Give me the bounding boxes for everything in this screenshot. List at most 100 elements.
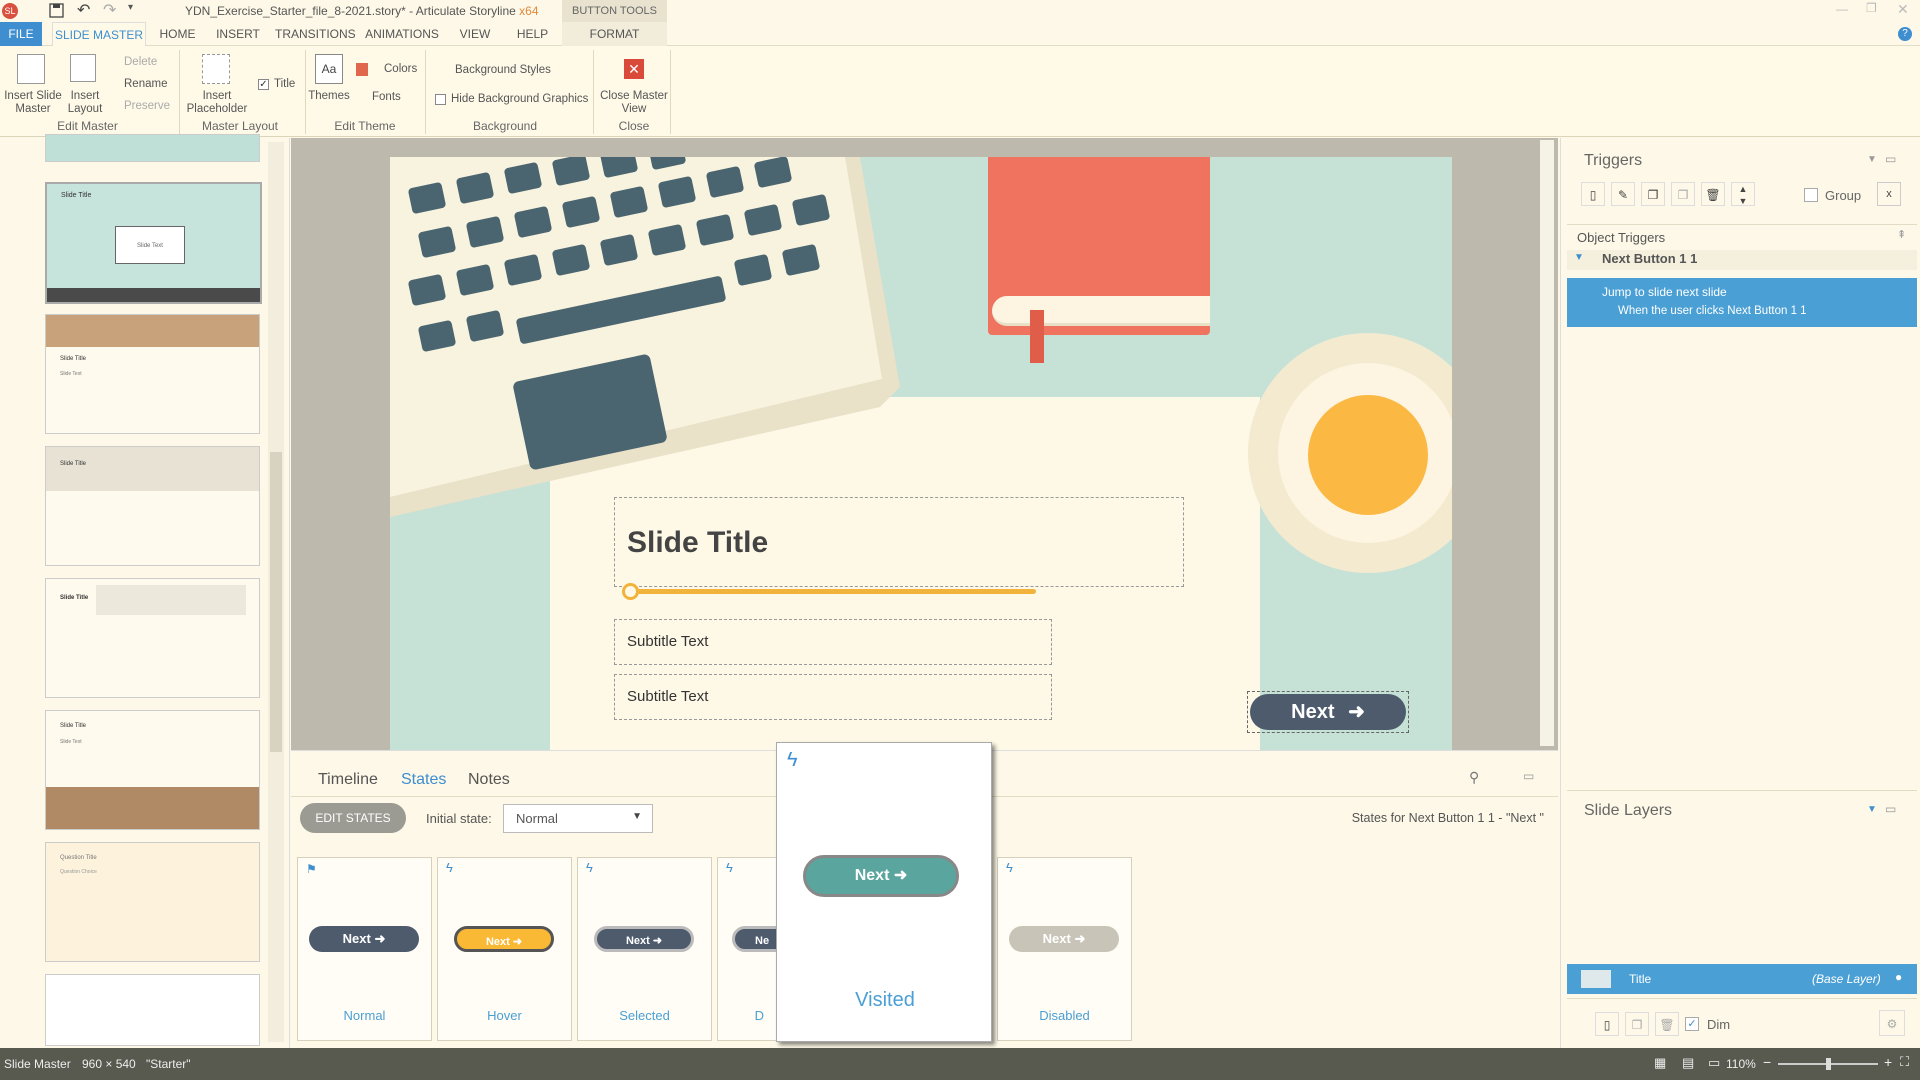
next-button[interactable]: Next ➜ [1250,694,1406,730]
paste-trigger-icon[interactable]: ❐ [1671,182,1695,206]
duplicate-layer-icon[interactable]: ❐ [1625,1012,1649,1036]
visited-button-preview: Next ➜ [803,855,959,897]
undo-icon[interactable]: ↶ [77,0,90,20]
initial-state-dropdown[interactable]: Normal ▼ [503,804,653,833]
slide-title-placeholder[interactable]: Slide Title [614,497,1184,587]
state-button-preview: Next ➜ [1009,926,1119,952]
move-trigger-icon[interactable]: ▲ ▼ [1731,182,1755,206]
tab-notes[interactable]: Notes [468,771,510,789]
thumbnail-7[interactable] [45,974,260,1046]
group-checkbox[interactable] [1804,188,1818,202]
thumbnail-2[interactable]: Slide Title Slide Text [45,314,260,434]
delete-trigger-icon[interactable]: 🗑 [1701,182,1725,206]
insert-placeholder-button[interactable]: Insert Placeholder [180,90,254,116]
thumbnail-4[interactable]: Slide Title [45,578,260,698]
tab-home[interactable]: HOME [155,22,200,46]
panel-dock-icon[interactable]: ▭ [1885,802,1896,816]
tab-insert[interactable]: INSERT [213,22,263,46]
triggers-panel: Triggers ▼ ▭ ▯ ✎ ❐ ❐ 🗑 ▲ ▼ Group x Object… [1560,138,1920,1048]
dim-checkbox[interactable]: ✓ [1685,1017,1699,1031]
trigger-item[interactable]: Jump to slide next slide When the user c… [1567,278,1917,327]
state-card-disabled[interactable]: ϟ Next ➜ Disabled [997,857,1132,1041]
status-mode: Slide Master [4,1057,71,1071]
hide-background-checkbox[interactable] [435,94,446,105]
lightning-icon: ϟ [1006,860,1013,875]
state-card-normal[interactable]: ⚑ Next ➜ Normal [297,857,432,1041]
layer-row-base[interactable]: Title (Base Layer) ● [1567,964,1917,994]
insert-slide-master-button[interactable]: Insert Slide Master [2,90,64,116]
rename-button[interactable]: Rename [110,78,184,91]
app-logo[interactable]: SL [2,3,18,19]
close-master-view-button[interactable]: Close Master View [600,90,668,116]
variables-icon[interactable]: x [1877,182,1901,206]
states-for-label: States for Next Button 1 1 - "Next " [1351,811,1544,825]
colors-button[interactable]: Colors [356,63,417,76]
delete-layer-icon[interactable]: 🗑 [1655,1012,1679,1036]
save-icon[interactable] [49,3,64,18]
chevron-down-icon[interactable]: ▼ [1867,804,1877,815]
edit-trigger-icon[interactable]: ✎ [1611,182,1635,206]
redo-icon[interactable]: ↷ [103,0,116,20]
state-card-visited-popup[interactable]: ϟ Next ➜ Visited [776,742,992,1042]
thumbnail-partial[interactable] [45,134,260,162]
thumbnail-scrollbar[interactable] [268,142,284,1042]
zoom-in-button[interactable]: + [1884,1054,1892,1070]
thumbnail-5[interactable]: Slide Title Slide Text [45,710,260,830]
tab-view[interactable]: VIEW [455,22,495,46]
new-trigger-icon[interactable]: ▯ [1581,182,1605,206]
help-icon[interactable]: ? [1898,27,1912,41]
state-card-selected[interactable]: ϟ Next ➜ Selected [577,857,712,1041]
fonts-button[interactable]: Fonts [356,91,401,104]
state-card-hover[interactable]: ϟ Next ➜ Hover [437,857,572,1041]
themes-button[interactable]: Themes [306,90,352,103]
zoom-out-button[interactable]: − [1763,1054,1771,1070]
trigger-condition: When the user clicks Next Button 1 1 [1618,305,1807,317]
tab-help[interactable]: HELP [510,22,555,46]
delete-button[interactable]: Delete [110,56,184,69]
tab-format[interactable]: FORMAT [562,22,667,46]
tab-animations[interactable]: ANIMATIONS [363,22,441,46]
panel-options-icon[interactable]: ⚲ [1469,769,1479,786]
tab-transitions[interactable]: TRANSITIONS [275,22,356,46]
chevron-down-icon[interactable]: ▼ [1867,154,1877,165]
close-window-button[interactable]: ✕ [1897,1,1909,18]
fit-to-window-icon[interactable]: ⛶ [1900,1054,1909,1070]
edit-states-button[interactable]: EDIT STATES [300,803,406,833]
title-checkbox[interactable]: ✓ [258,79,269,90]
minimize-button[interactable]: — [1836,2,1848,16]
tab-timeline[interactable]: Timeline [318,771,378,789]
thumbnail-6[interactable]: Question Title Question Choice [45,842,260,962]
thumbnail-3[interactable]: Slide Title [45,446,260,566]
zoom-slider-thumb[interactable] [1826,1058,1831,1070]
canvas-scrollbar[interactable] [1540,140,1554,746]
tab-states[interactable]: States [401,771,446,789]
next-button-selection[interactable]: Next ➜ [1247,691,1409,733]
normal-view-icon[interactable]: ▦ [1654,1055,1666,1071]
panel-dock-icon[interactable]: ▭ [1885,152,1896,166]
insert-layout-button[interactable]: Insert Layout [64,90,106,116]
zoom-slider[interactable] [1778,1058,1878,1070]
window-title: YDN_Exercise_Starter_file_8-2021.story* … [185,4,539,18]
arch-label: x64 [519,4,539,18]
slide-sorter-icon[interactable]: ▤ [1682,1055,1694,1071]
expand-triangle-icon[interactable]: ▼ [1574,252,1584,263]
restore-button[interactable]: ❐ [1866,1,1877,15]
collapse-all-icon[interactable]: ⇞ [1897,228,1906,241]
background-styles-button[interactable]: Background Styles [437,64,551,77]
copy-trigger-icon[interactable]: ❐ [1641,182,1665,206]
tab-slide-master[interactable]: SLIDE MASTER [52,22,146,47]
preserve-button[interactable]: Preserve [110,100,184,113]
dim-label: Dim [1707,1017,1731,1032]
subtitle-placeholder-2[interactable]: Subtitle Text [614,674,1052,720]
quick-access-dropdown-icon[interactable]: ▾ [128,2,133,13]
tab-file[interactable]: FILE [0,22,42,46]
new-layer-icon[interactable]: ▯ [1595,1012,1619,1036]
panel-dock-icon[interactable]: ▭ [1523,769,1534,783]
eye-icon[interactable]: ● [1895,970,1902,984]
subtitle-placeholder-1[interactable]: Subtitle Text [614,619,1052,665]
state-name: Visited [855,989,915,1011]
layer-settings-icon[interactable]: ⚙ [1879,1010,1905,1036]
preview-icon[interactable]: ▭ [1708,1055,1720,1071]
laptop-illustration [390,157,900,517]
thumbnail-1[interactable]: Slide Title Slide Text [45,182,262,304]
